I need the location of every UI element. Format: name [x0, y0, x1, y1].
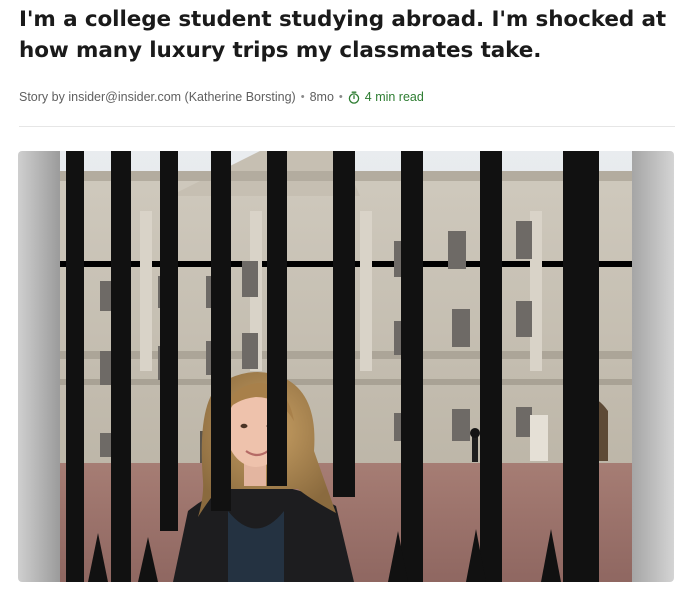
separator-dot: • [338, 91, 343, 103]
read-time: 4 min read [348, 90, 424, 104]
article-age: 8mo [309, 90, 334, 104]
byline-prefix: Story by [19, 90, 65, 104]
header-divider [19, 126, 675, 127]
author-name[interactable]: insider@insider.com (Katherine Borsting) [68, 90, 295, 104]
article-headline: I'm a college student studying abroad. I… [19, 7, 667, 63]
hero-image[interactable] [18, 151, 674, 582]
hero-photo [18, 151, 674, 582]
article-byline: Story by insider@insider.com (Katherine … [19, 89, 424, 105]
separator-dot: • [300, 91, 305, 103]
read-time-label: 4 min read [364, 90, 424, 104]
stopwatch-icon [348, 91, 360, 104]
